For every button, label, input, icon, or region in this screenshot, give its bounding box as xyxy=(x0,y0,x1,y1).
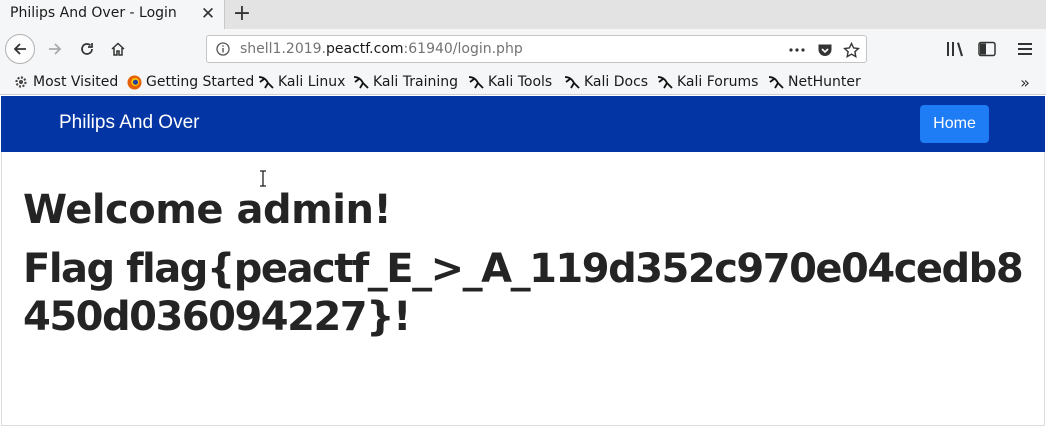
bookmark-kali-linux[interactable]: Kali Linux xyxy=(258,72,345,92)
bookmark-label: Getting Started xyxy=(146,74,255,90)
kali-icon xyxy=(353,74,369,90)
sidebar-icon xyxy=(978,41,996,57)
kali-icon xyxy=(468,74,484,90)
url-suffix: :61940/login.php xyxy=(403,41,523,57)
reload-icon xyxy=(81,43,93,55)
kali-icon xyxy=(258,74,274,90)
firefox-icon xyxy=(126,74,142,90)
site-navbar: Philips And Over Home xyxy=(1,96,1045,152)
url-prefix: shell1.2019. xyxy=(240,41,326,57)
bookmark-getting-started[interactable]: Getting Started xyxy=(126,72,254,92)
hamburger-icon xyxy=(1018,43,1032,55)
close-tab-icon[interactable]: ✕ xyxy=(200,5,216,23)
home-button[interactable] xyxy=(103,34,133,64)
info-icon[interactable] xyxy=(216,42,230,56)
bookmark-most-visited[interactable]: Most Visited xyxy=(13,72,118,92)
tab-active[interactable]: Philips And Over - Login ✕ xyxy=(0,0,225,29)
bookmarks-overflow-chevron-icon[interactable]: » xyxy=(1015,73,1035,93)
text-cursor-icon xyxy=(260,170,266,187)
flag-heading: Flag flag{peactf_E_>_A_119d352c970e04ced… xyxy=(23,246,1024,340)
library-icon xyxy=(947,42,963,57)
arrow-left-icon xyxy=(13,43,26,55)
ellipsis-icon xyxy=(789,48,805,52)
bookmark-kali-docs[interactable]: Kali Docs xyxy=(564,72,648,92)
kali-icon xyxy=(768,74,784,90)
welcome-heading: Welcome admin! xyxy=(23,187,392,233)
page-content: Welcome admin! Flag flag{peactf_E_>_A_11… xyxy=(1,152,1045,426)
bookmark-kali-tools[interactable]: Kali Tools xyxy=(468,72,552,92)
gear-icon xyxy=(13,74,29,90)
bookmark-label: Kali Tools xyxy=(488,74,553,90)
back-button[interactable] xyxy=(5,34,35,64)
bookmark-label: Most Visited xyxy=(33,74,119,90)
url-bar[interactable]: shell1.2019.peactf.com:61940/login.php xyxy=(206,35,867,63)
nav-toolbar: shell1.2019.peactf.com:61940/login.php xyxy=(0,29,1046,70)
arrow-right-icon xyxy=(49,43,62,55)
star-icon xyxy=(842,41,860,58)
bookmark-kali-training[interactable]: Kali Training xyxy=(353,72,458,92)
pocket-icon xyxy=(818,44,832,56)
kali-icon xyxy=(564,74,580,90)
bookmark-label: Kali Training xyxy=(373,74,458,90)
forward-button[interactable] xyxy=(40,34,70,64)
reload-button[interactable] xyxy=(72,34,102,64)
bookmark-kali-forums[interactable]: Kali Forums xyxy=(657,72,758,92)
site-brand[interactable]: Philips And Over xyxy=(59,112,199,134)
home-nav-button[interactable]: Home xyxy=(920,105,989,143)
home-icon xyxy=(111,42,125,56)
url-domain: peactf.com xyxy=(326,41,404,57)
tab-title: Philips And Over - Login xyxy=(10,5,177,21)
bookmark-star-button[interactable] xyxy=(841,40,861,60)
bookmark-label: Kali Docs xyxy=(584,74,649,90)
bookmark-label: NetHunter xyxy=(788,74,861,90)
new-tab-button[interactable]: + xyxy=(231,2,253,26)
library-button[interactable] xyxy=(945,39,965,59)
bookmark-label: Kali Linux xyxy=(278,74,346,90)
bookmarks-toolbar: Most Visited Getting Started Kali Linux … xyxy=(0,70,1046,95)
kali-icon xyxy=(657,74,673,90)
pocket-button[interactable] xyxy=(815,40,835,60)
tab-strip: Philips And Over - Login ✕ + xyxy=(0,0,1046,29)
sidebar-button[interactable] xyxy=(977,39,997,59)
bookmark-nethunter[interactable]: NetHunter xyxy=(768,72,861,92)
page-actions-button[interactable] xyxy=(787,40,807,60)
hamburger-menu-button[interactable] xyxy=(1015,39,1035,59)
url-text[interactable]: shell1.2019.peactf.com:61940/login.php xyxy=(240,41,523,57)
bookmark-label: Kali Forums xyxy=(677,74,759,90)
